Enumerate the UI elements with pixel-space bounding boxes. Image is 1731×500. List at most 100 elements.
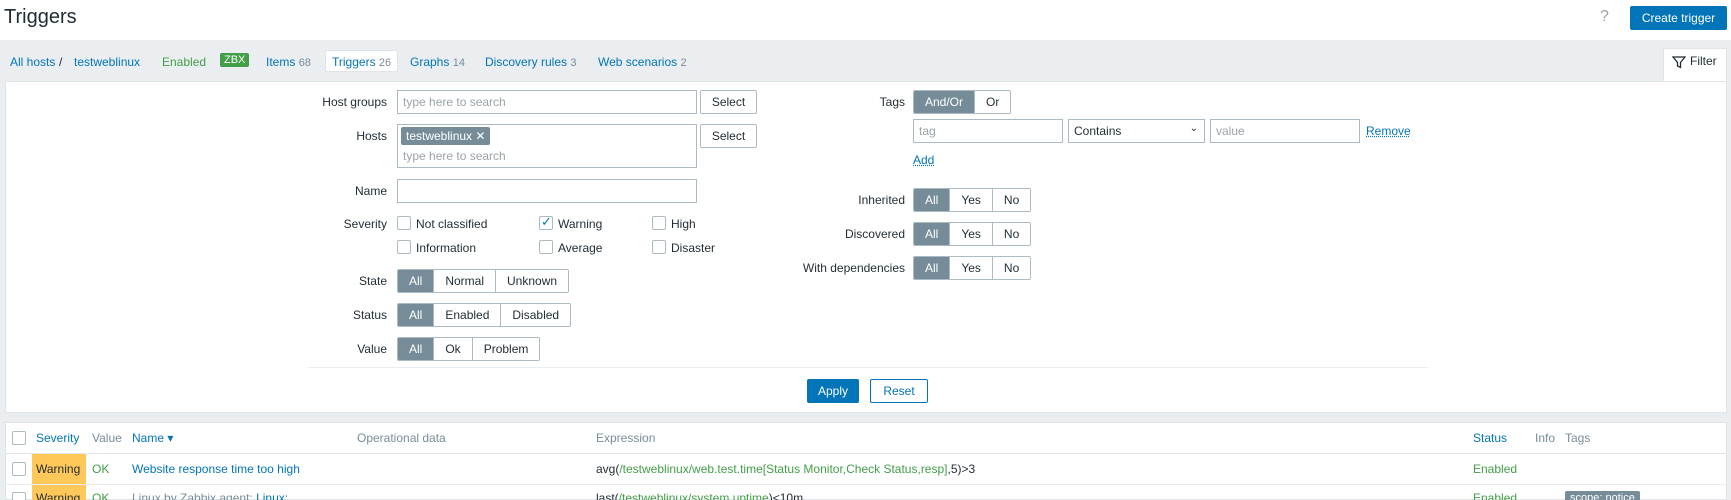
- discovered-yes[interactable]: Yes: [950, 223, 993, 245]
- row-checkbox[interactable]: [12, 492, 26, 500]
- severity-average-label: Average: [558, 241, 603, 255]
- row-trigger-name[interactable]: Website response time too high: [132, 462, 300, 476]
- host-groups-input[interactable]: type here to search: [397, 90, 697, 114]
- tag-operator-select[interactable]: Contains ⌄: [1068, 119, 1205, 143]
- expr-item-key: /testweblinux/system.uptime: [618, 491, 769, 500]
- column-severity[interactable]: Severity: [36, 431, 79, 445]
- create-trigger-button[interactable]: Create trigger: [1630, 6, 1727, 30]
- tags-or[interactable]: Or: [975, 91, 1011, 113]
- discovered-toggle: All Yes No: [913, 222, 1032, 246]
- severity-not-classified-checkbox[interactable]: [397, 216, 411, 230]
- page-title: Triggers: [4, 6, 77, 28]
- severity-label: Severity: [343, 217, 387, 231]
- hosts-select-button[interactable]: Select: [700, 124, 757, 148]
- status-toggle: All Enabled Disabled: [397, 303, 572, 327]
- severity-average-checkbox[interactable]: [539, 240, 553, 254]
- inherited-yes[interactable]: Yes: [950, 189, 993, 211]
- dependencies-no[interactable]: No: [992, 257, 1031, 279]
- help-icon[interactable]: ?: [1600, 8, 1609, 26]
- severity-warning-checkbox[interactable]: [539, 214, 553, 230]
- row-status[interactable]: Enabled: [1473, 462, 1517, 476]
- nav-graphs-link[interactable]: Graphs: [410, 55, 449, 69]
- tag-operator-value: Contains: [1074, 124, 1122, 138]
- nav-items-link[interactable]: Items: [266, 55, 295, 69]
- severity-high-label: High: [671, 217, 696, 231]
- filter-tab[interactable]: Filter: [1663, 48, 1727, 82]
- state-label: State: [358, 274, 387, 288]
- row-tag-badge: scope: notice: [1565, 491, 1640, 500]
- tag-value-input[interactable]: value: [1210, 119, 1360, 143]
- tab-triggers-label: Triggers: [332, 55, 376, 69]
- severity-information-checkbox[interactable]: [397, 240, 411, 254]
- graphs-count: 14: [452, 57, 465, 69]
- nav-discovery-rules-link[interactable]: Discovery rules: [485, 55, 567, 69]
- severity-disaster-checkbox[interactable]: [652, 240, 666, 254]
- row-expression: last(/testweblinux/system.uptime)<10m: [596, 491, 803, 500]
- expr-function: avg(: [596, 462, 620, 476]
- dependencies-toggle: All Yes No: [913, 256, 1032, 280]
- breadcrumb-separator: /: [59, 55, 63, 69]
- web-count: 2: [680, 57, 687, 69]
- remove-tag-link[interactable]: Remove: [1366, 124, 1411, 138]
- row-severity: Warning: [36, 491, 81, 500]
- discovery-count: 3: [570, 57, 577, 69]
- triggers-table: Severity Value Name ▾ Operational data E…: [5, 422, 1727, 500]
- discovered-all[interactable]: All: [914, 223, 951, 245]
- hosts-label: Hosts: [356, 129, 387, 143]
- column-name[interactable]: Name ▾: [132, 431, 173, 445]
- tab-triggers[interactable]: Triggers 26: [325, 50, 399, 72]
- state-all[interactable]: All: [398, 270, 435, 292]
- column-info: Info: [1535, 431, 1556, 445]
- state-toggle: All Normal Unknown: [397, 269, 570, 293]
- tag-name-input[interactable]: tag: [913, 119, 1063, 143]
- column-value: Value: [92, 431, 122, 445]
- status-disabled[interactable]: Disabled: [501, 304, 571, 326]
- value-ok[interactable]: Ok: [434, 338, 473, 360]
- severity-high-checkbox[interactable]: [652, 216, 666, 230]
- value-all[interactable]: All: [398, 338, 435, 360]
- host-groups-select-button[interactable]: Select: [700, 90, 757, 114]
- expr-item-key: /testweblinux/web.test.time[Status Monit…: [619, 462, 948, 476]
- remove-chip-icon[interactable]: ✕: [475, 129, 485, 143]
- row-expression: avg(/testweblinux/web.test.time[Status M…: [596, 462, 975, 476]
- reset-button[interactable]: Reset: [870, 379, 928, 403]
- add-tag-link[interactable]: Add: [913, 153, 934, 167]
- breadcrumb-host[interactable]: testweblinux: [74, 55, 140, 69]
- host-chip[interactable]: testweblinux ✕: [401, 127, 491, 145]
- row-checkbox[interactable]: [12, 462, 26, 476]
- discovered-no[interactable]: No: [992, 223, 1031, 245]
- dependencies-yes[interactable]: Yes: [950, 257, 993, 279]
- state-unknown[interactable]: Unknown: [496, 270, 569, 292]
- status-all[interactable]: All: [398, 304, 435, 326]
- severity-disaster-label: Disaster: [671, 241, 716, 255]
- value-problem[interactable]: Problem: [472, 338, 540, 360]
- select-all-checkbox[interactable]: [12, 431, 26, 445]
- name-label: Name: [354, 184, 387, 198]
- row-trigger-name[interactable]: Linux by Zabbix agent: Linux:: [132, 491, 288, 500]
- column-expression: Expression: [596, 431, 656, 445]
- row-value: OK: [92, 491, 110, 500]
- dependencies-all[interactable]: All: [914, 257, 951, 279]
- inherited-all[interactable]: All: [914, 189, 951, 211]
- status-enabled[interactable]: Enabled: [434, 304, 502, 326]
- row-status[interactable]: Enabled: [1473, 491, 1517, 500]
- nav-web-scenarios-link[interactable]: Web scenarios: [598, 55, 677, 69]
- name-input[interactable]: [397, 179, 697, 203]
- tags-label: Tags: [879, 95, 905, 109]
- column-tags: Tags: [1565, 431, 1591, 445]
- value-toggle: All Ok Problem: [397, 337, 541, 361]
- row-name-link[interactable]: Linux:: [256, 491, 288, 500]
- template-prefix[interactable]: Linux by Zabbix agent: [132, 491, 249, 500]
- value-label: Value: [357, 342, 387, 356]
- expr-function: last(: [596, 491, 619, 500]
- column-operational-data: Operational data: [357, 431, 446, 445]
- apply-button[interactable]: Apply: [807, 379, 859, 403]
- host-status[interactable]: Enabled: [162, 55, 206, 69]
- column-status[interactable]: Status: [1473, 431, 1507, 445]
- severity-warning-label: Warning: [558, 217, 603, 231]
- breadcrumb-all-hosts[interactable]: All hosts: [10, 55, 55, 69]
- hosts-multiselect[interactable]: testweblinux ✕ type here to search: [397, 124, 697, 168]
- inherited-no[interactable]: No: [992, 189, 1031, 211]
- state-normal[interactable]: Normal: [434, 270, 497, 292]
- tags-and-or[interactable]: And/Or: [914, 91, 976, 113]
